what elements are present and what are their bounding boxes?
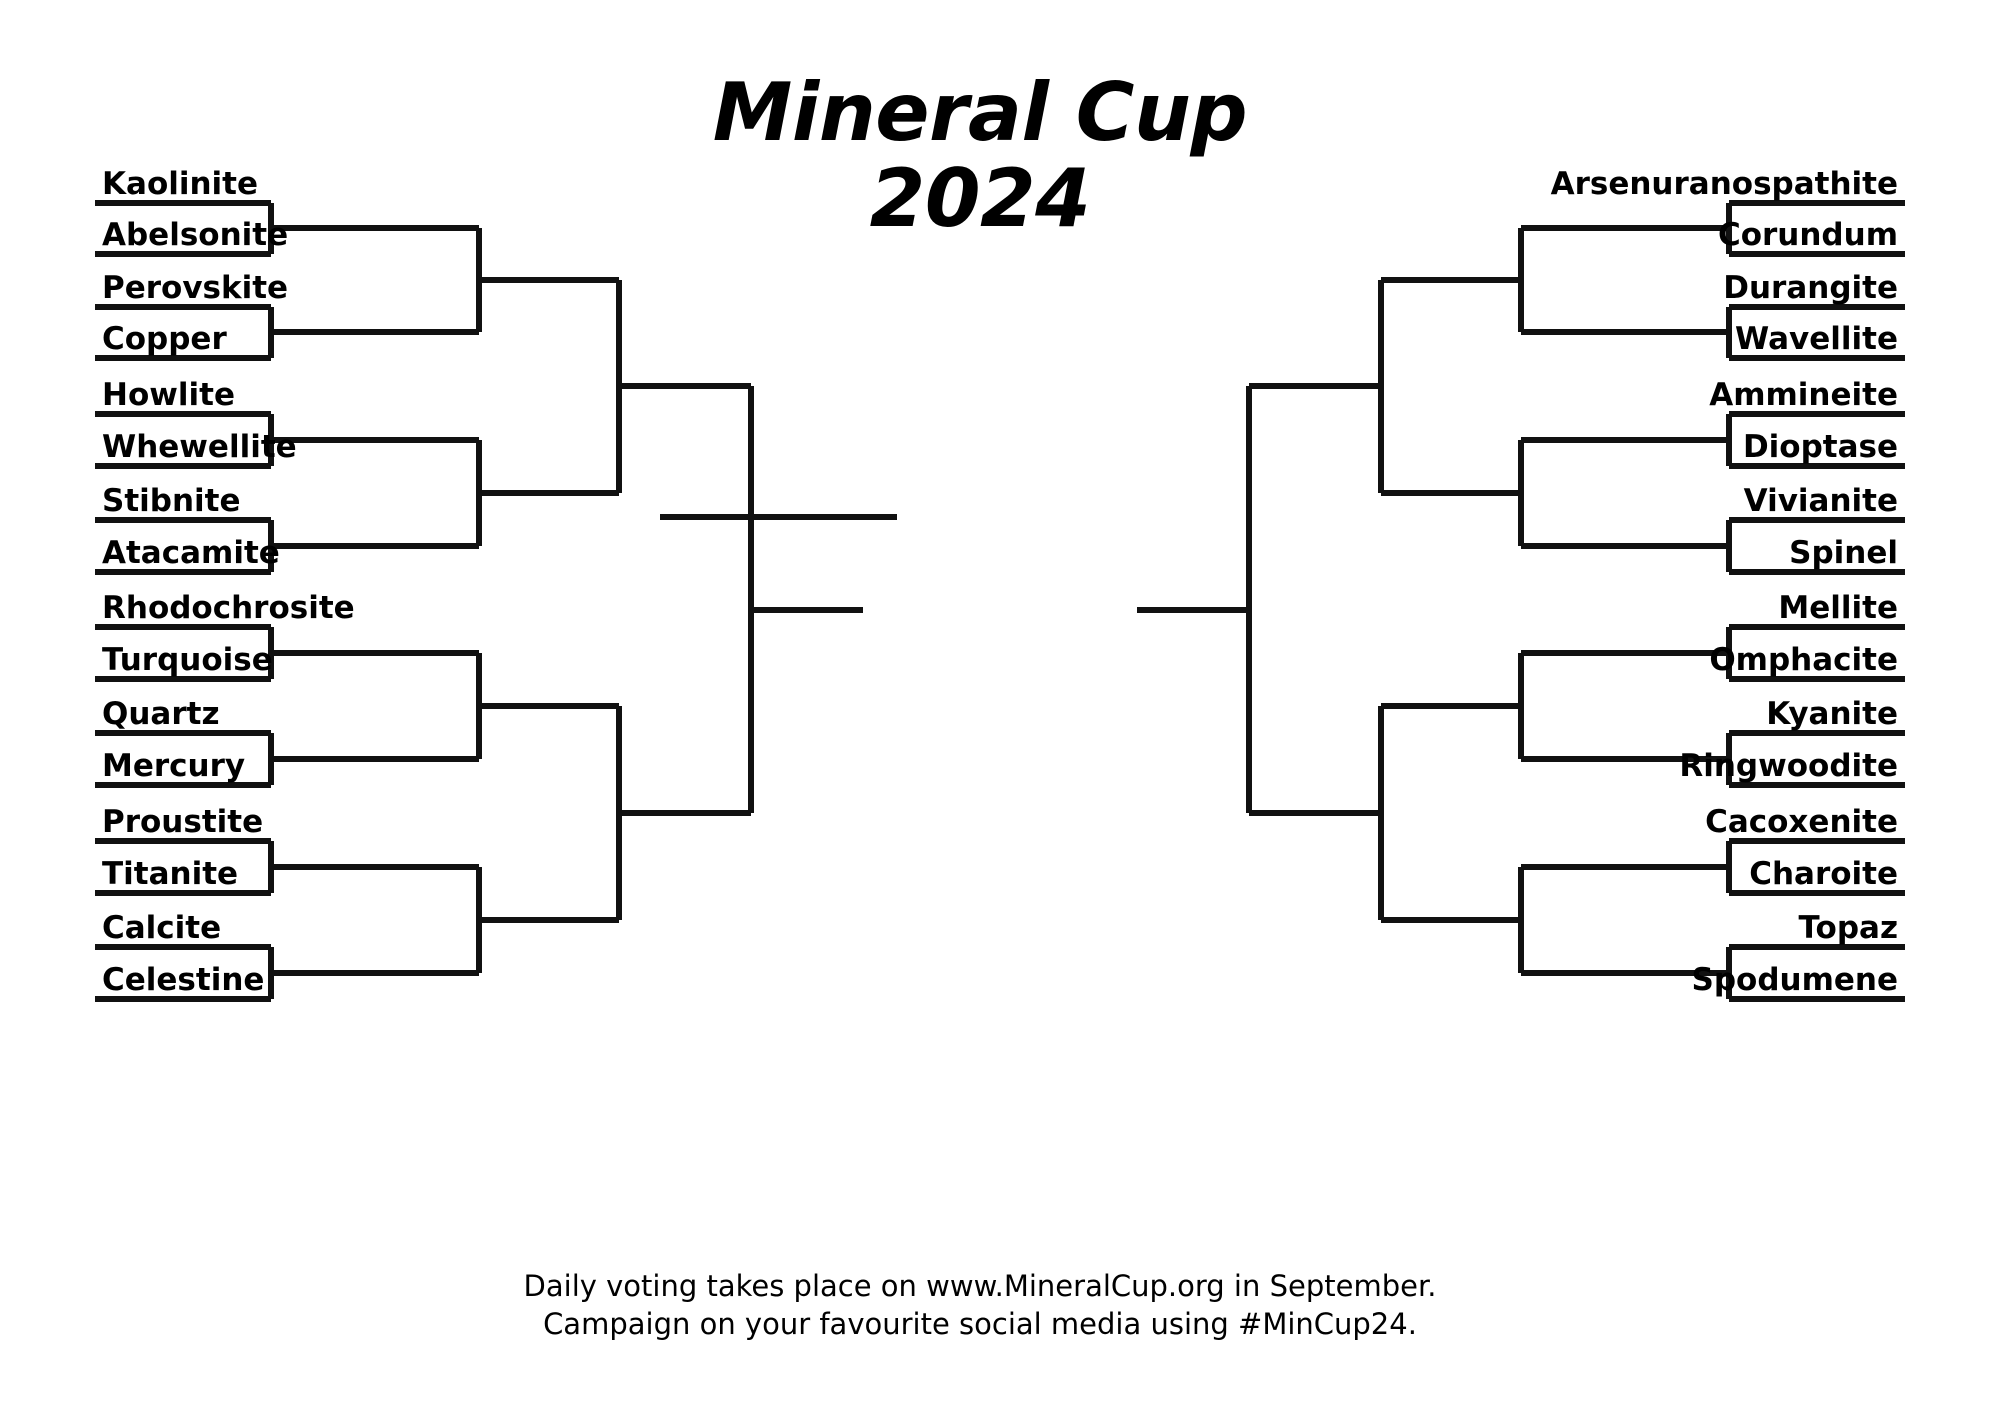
competitor-slot[interactable]: Spodumene: [0, 965, 1899, 996]
competitor-slot[interactable]: Charoite: [0, 859, 1898, 890]
competitor-slot[interactable]: Vivianite: [0, 486, 1898, 517]
footer-line-2: Campaign on your favourite social media …: [543, 1306, 1417, 1341]
competitor-slot[interactable]: Mellite: [0, 593, 1898, 624]
competitor-slot[interactable]: Arsenuranospathite: [0, 169, 1898, 200]
footer: Daily voting takes place on www.MineralC…: [430, 1268, 1530, 1343]
competitor-slot[interactable]: Cacoxenite: [0, 807, 1898, 838]
footer-line-1: Daily voting takes place on www.MineralC…: [523, 1269, 1437, 1303]
competitor-slot[interactable]: Dioptase: [0, 432, 1898, 463]
competitor-slot[interactable]: Kyanite: [0, 699, 1898, 730]
bracket-page: Mineral Cup 2024 Kaolinite Abelsonite Pero…: [0, 0, 2000, 1413]
competitor-slot[interactable]: Ammineite: [0, 380, 1898, 411]
competitor-slot[interactable]: Spinel: [0, 538, 1898, 569]
competitor-slot[interactable]: Durangite: [0, 273, 1898, 304]
competitor-slot[interactable]: Wavellite: [0, 324, 1898, 355]
competitor-slot[interactable]: Corundum: [0, 220, 1898, 251]
competitor-slot[interactable]: Ringwoodite: [0, 751, 1898, 782]
competitor-slot[interactable]: Topaz: [0, 913, 1898, 944]
competitor-slot[interactable]: Omphacite: [0, 645, 1898, 676]
